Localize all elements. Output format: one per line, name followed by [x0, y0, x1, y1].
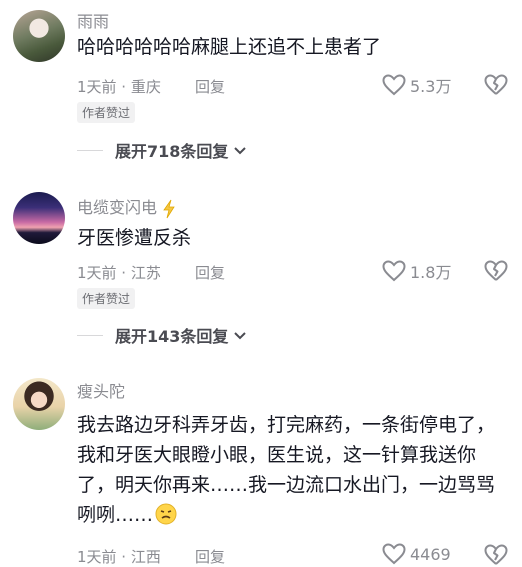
avatar[interactable] [13, 10, 65, 62]
broken-heart-icon[interactable] [484, 260, 508, 282]
comment-item: 雨雨 哈哈哈哈哈哈麻腿上还追不上患者了 1天前 · 重庆 回复 5.3万 作者赞… [0, 0, 522, 175]
comment-username[interactable]: 瘦头陀 [77, 378, 125, 402]
author-liked-badge: 作者赞过 [77, 102, 136, 123]
lightning-icon [163, 199, 175, 218]
heart-outline-icon [382, 74, 406, 96]
comment-username[interactable]: 雨雨 [77, 8, 109, 32]
heart-outline-icon [382, 260, 406, 282]
expand-replies-button[interactable]: 展开143条回复 [77, 323, 248, 347]
like-button[interactable]: 5.3万 [382, 73, 451, 97]
reply-button[interactable]: 回复 [195, 76, 225, 97]
heart-outline-icon [382, 543, 406, 565]
author-liked-badge: 作者赞过 [77, 288, 136, 309]
username-text: 电缆变闪电 [77, 198, 158, 217]
broken-heart-icon[interactable] [484, 544, 508, 566]
like-count: 5.3万 [410, 77, 452, 96]
expand-replies-label: 展开143条回复 [115, 327, 229, 346]
avatar[interactable] [13, 192, 65, 244]
comment-item: 电缆变闪电 牙医惨遭反杀 1天前 · 江苏 回复 1.8万 作者赞过 展开143… [0, 182, 522, 357]
avatar[interactable] [13, 378, 65, 430]
awkward-face-emoji-icon [155, 503, 177, 525]
like-count: 1.8万 [410, 263, 452, 282]
comment-meta: 1天前 · 江西 [77, 548, 161, 566]
comment-text: 哈哈哈哈哈哈麻腿上还追不上患者了 [77, 36, 382, 58]
comment-meta: 1天前 · 重庆 [77, 78, 161, 96]
reply-button[interactable]: 回复 [195, 262, 225, 283]
broken-heart-icon[interactable] [484, 74, 508, 96]
chevron-down-icon [234, 332, 247, 340]
comment-text: 牙医惨遭反杀 [77, 227, 192, 249]
comment-text-body: 我去路边牙科弄牙齿，打完麻药，一条街停电了，我和牙医大眼瞪小眼，医生说，这一针算… [77, 414, 496, 526]
comment-username[interactable]: 电缆变闪电 [77, 194, 177, 219]
expand-replies-button[interactable]: 展开718条回复 [77, 138, 248, 162]
divider [77, 149, 103, 151]
like-button[interactable]: 4469 [382, 543, 451, 565]
expand-replies-label: 展开718条回复 [115, 142, 229, 161]
like-button[interactable]: 1.8万 [382, 259, 451, 283]
comment-text: 我去路边牙科弄牙齿，打完麻药，一条街停电了，我和牙医大眼瞪小眼，医生说，这一针算… [77, 410, 507, 530]
like-count: 4469 [410, 544, 451, 564]
reply-button[interactable]: 回复 [195, 546, 225, 567]
chevron-down-icon [234, 147, 247, 155]
comment-meta: 1天前 · 江苏 [77, 264, 161, 282]
divider [77, 334, 103, 336]
comment-item: 瘦头陀 我去路边牙科弄牙齿，打完麻药，一条街停电了，我和牙医大眼瞪小眼，医生说，… [0, 368, 522, 567]
